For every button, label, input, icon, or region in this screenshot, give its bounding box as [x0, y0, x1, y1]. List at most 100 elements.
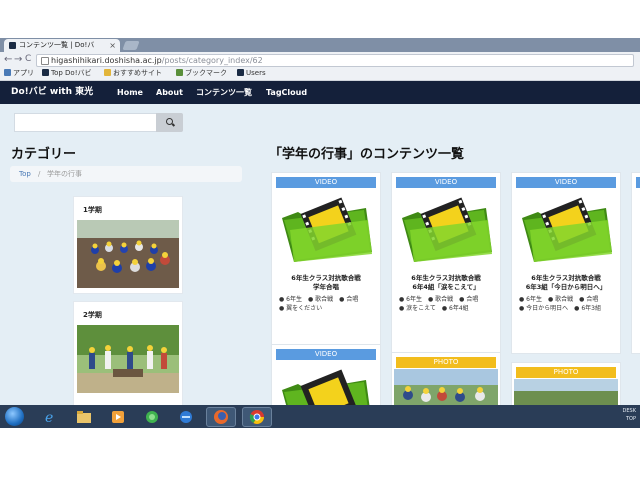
ie-icon[interactable]: e: [36, 407, 64, 426]
card-title: 6年生クラス対抗歌合戦 学年合唱: [276, 274, 376, 292]
media-player-icon[interactable]: [104, 407, 132, 426]
search-button[interactable]: [156, 113, 183, 132]
windows-taskbar: e DESK TOP: [0, 405, 640, 428]
top-margin: [0, 0, 640, 38]
nav-about[interactable]: About: [156, 81, 183, 104]
tag-chip[interactable]: ● 6年4組: [442, 304, 472, 313]
card-title-text: 6年生クラス対抗歌合戦 学年合唱: [291, 274, 361, 291]
tag-chip[interactable]: ● 6年生: [399, 295, 425, 304]
address-bar[interactable]: higashihikari.doshisha.ac.jp/posts/categ…: [36, 54, 634, 67]
tag-chip[interactable]: ● 合唱: [579, 295, 601, 304]
content-card[interactable]: VIDEO 6年生クラス対抗歌合戦 6年4組「涙をこえて」 ● 6年生 ● 歌合戦…: [391, 172, 501, 354]
card-title: 6年生クラス対抗歌合戦 6年3組「今日から明日へ」: [516, 274, 616, 292]
category-heading: カテゴリー: [11, 147, 77, 162]
content-card[interactable]: PHOTO: [511, 362, 621, 405]
card-title: 6年生クラス対抗歌合戦 6年4組「涙をこえて」: [396, 274, 496, 292]
browser-tab[interactable]: コンテンツ一覧 | Do!バ ×: [4, 39, 120, 52]
tag-chip[interactable]: ● 合唱: [339, 295, 361, 304]
bookmark-icon: [176, 69, 183, 76]
tag-label: 涙をこえて: [406, 305, 436, 312]
site-favicon-icon: [9, 42, 16, 49]
term-card[interactable]: 1学期: [73, 196, 183, 294]
bookmark-bookmarks[interactable]: ブックマーク: [176, 67, 227, 80]
tag-label: 6年生: [406, 296, 422, 303]
tag-chip[interactable]: ● 今日から明日へ: [519, 304, 571, 313]
content-card[interactable]: VIDEO: [631, 172, 640, 354]
back-button[interactable]: ←: [4, 53, 12, 66]
tag-chip[interactable]: ● 6年生: [519, 295, 545, 304]
chrome-icon[interactable]: [242, 407, 272, 427]
tag-chip[interactable]: ● 歌合戦: [428, 295, 456, 304]
nav-content-list[interactable]: コンテンツ一覧: [196, 81, 252, 104]
explorer-icon[interactable]: [70, 407, 98, 426]
url-path: /posts/category_index/62: [161, 56, 263, 65]
card-title-text: 6年生クラス対抗歌合戦 6年3組「今日から明日へ」: [525, 274, 607, 291]
breadcrumb-separator: /: [38, 170, 41, 178]
tag-label: 合唱: [346, 296, 359, 303]
search-input[interactable]: [14, 113, 156, 132]
bookmark-recommended[interactable]: おすすめサイト: [104, 67, 162, 80]
video-folder-icon: [522, 197, 612, 262]
tag-chip[interactable]: ● 歌合戦: [308, 295, 336, 304]
content-heading: 「学年の行事」のコンテンツ一覧: [269, 147, 465, 162]
video-folder-icon: [282, 369, 370, 405]
term-thumbnail: [77, 325, 179, 393]
nav-tagcloud[interactable]: TagCloud: [266, 81, 307, 104]
site-navbar: Do!バビ with 東光 Home About コンテンツ一覧 TagClou…: [0, 81, 640, 104]
tab-close-icon[interactable]: ×: [109, 39, 116, 52]
tag-label: 6年生: [286, 296, 302, 303]
new-tab-button[interactable]: [122, 41, 140, 50]
tag-label: 歌合戦: [555, 296, 574, 303]
svg-text:e: e: [45, 410, 53, 426]
breadcrumb-home-link[interactable]: Top: [19, 166, 31, 182]
card-tags: ● 6年生 ● 歌合戦 ● 合唱 ● 涙をこえて ● 6年4組: [399, 295, 495, 313]
term-card[interactable]: 2学期: [73, 301, 183, 405]
site-favicon-icon: [237, 69, 244, 76]
bookmark-label: ブックマーク: [185, 69, 227, 77]
tag-chip[interactable]: ● 6年生: [279, 295, 305, 304]
tag-chip[interactable]: ● 歌合戦: [548, 295, 576, 304]
tag-label: 歌合戦: [435, 296, 454, 303]
bookmarks-bar: アプリ Top Do!バビ おすすめサイト ブックマーク Users: [0, 67, 640, 81]
firefox-icon[interactable]: [206, 407, 236, 427]
video-folder-icon: [402, 197, 492, 262]
tag-label: 翼をください: [286, 305, 323, 312]
card-title-text: 6年生クラス対抗歌合戦 6年4組「涙をこえて」: [411, 274, 481, 291]
bookmark-label: Top Do!バビ: [51, 69, 92, 77]
start-button[interactable]: [5, 407, 24, 426]
bookmark-top[interactable]: Top Do!バビ: [42, 67, 92, 80]
bookmark-label: おすすめサイト: [113, 69, 162, 77]
tag-chip[interactable]: ● 翼をください: [279, 304, 325, 313]
reload-button[interactable]: C: [25, 53, 31, 66]
page-icon: [41, 57, 49, 65]
browser-tab-strip: コンテンツ一覧 | Do!バ ×: [0, 38, 640, 52]
tray-line: DESK: [622, 408, 636, 414]
tag-chip[interactable]: ● 涙をこえて: [399, 304, 439, 313]
nav-home[interactable]: Home: [117, 81, 143, 104]
bookmark-label: アプリ: [13, 69, 34, 77]
url-text: higashihikari.doshisha.ac.jp/posts/categ…: [51, 55, 263, 66]
bottom-margin: [0, 428, 640, 480]
content-card[interactable]: VIDEO: [271, 344, 381, 405]
media-type-badge: PHOTO: [516, 367, 616, 378]
bookmark-users[interactable]: Users: [237, 67, 266, 80]
games-icon[interactable]: [138, 407, 166, 426]
browser-tab-title: コンテンツ一覧 | Do!バ: [19, 41, 95, 49]
breadcrumb-current: 学年の行事: [47, 170, 82, 178]
browser-toolbar: ← → C higashihikari.doshisha.ac.jp/posts…: [0, 52, 640, 67]
tag-chip[interactable]: ● 合唱: [459, 295, 481, 304]
bookmark-label: Users: [246, 69, 266, 77]
content-card[interactable]: PHOTO: [391, 352, 501, 405]
site-brand[interactable]: Do!バビ with 東光: [11, 81, 93, 104]
forward-button[interactable]: →: [14, 53, 22, 66]
bookmark-apps[interactable]: アプリ: [4, 67, 34, 80]
site-favicon-icon: [42, 69, 49, 76]
tag-label: 歌合戦: [315, 296, 334, 303]
content-card[interactable]: VIDEO 6年生クラス対抗歌合戦 6年3組「今日から明日へ」 ● 6年生 ● 歌…: [511, 172, 621, 354]
media-type-badge: VIDEO: [276, 177, 376, 188]
term-title: 2学期: [83, 311, 102, 319]
system-tray: DESK TOP: [586, 407, 636, 426]
content-card[interactable]: VIDEO 6年生クラス対抗歌合戦 学年合唱 ● 6年生 ● 歌合戦 ● 合唱 ● 翼…: [271, 172, 381, 354]
network-icon[interactable]: [172, 407, 200, 426]
tag-chip[interactable]: ● 6年3組: [574, 304, 604, 313]
